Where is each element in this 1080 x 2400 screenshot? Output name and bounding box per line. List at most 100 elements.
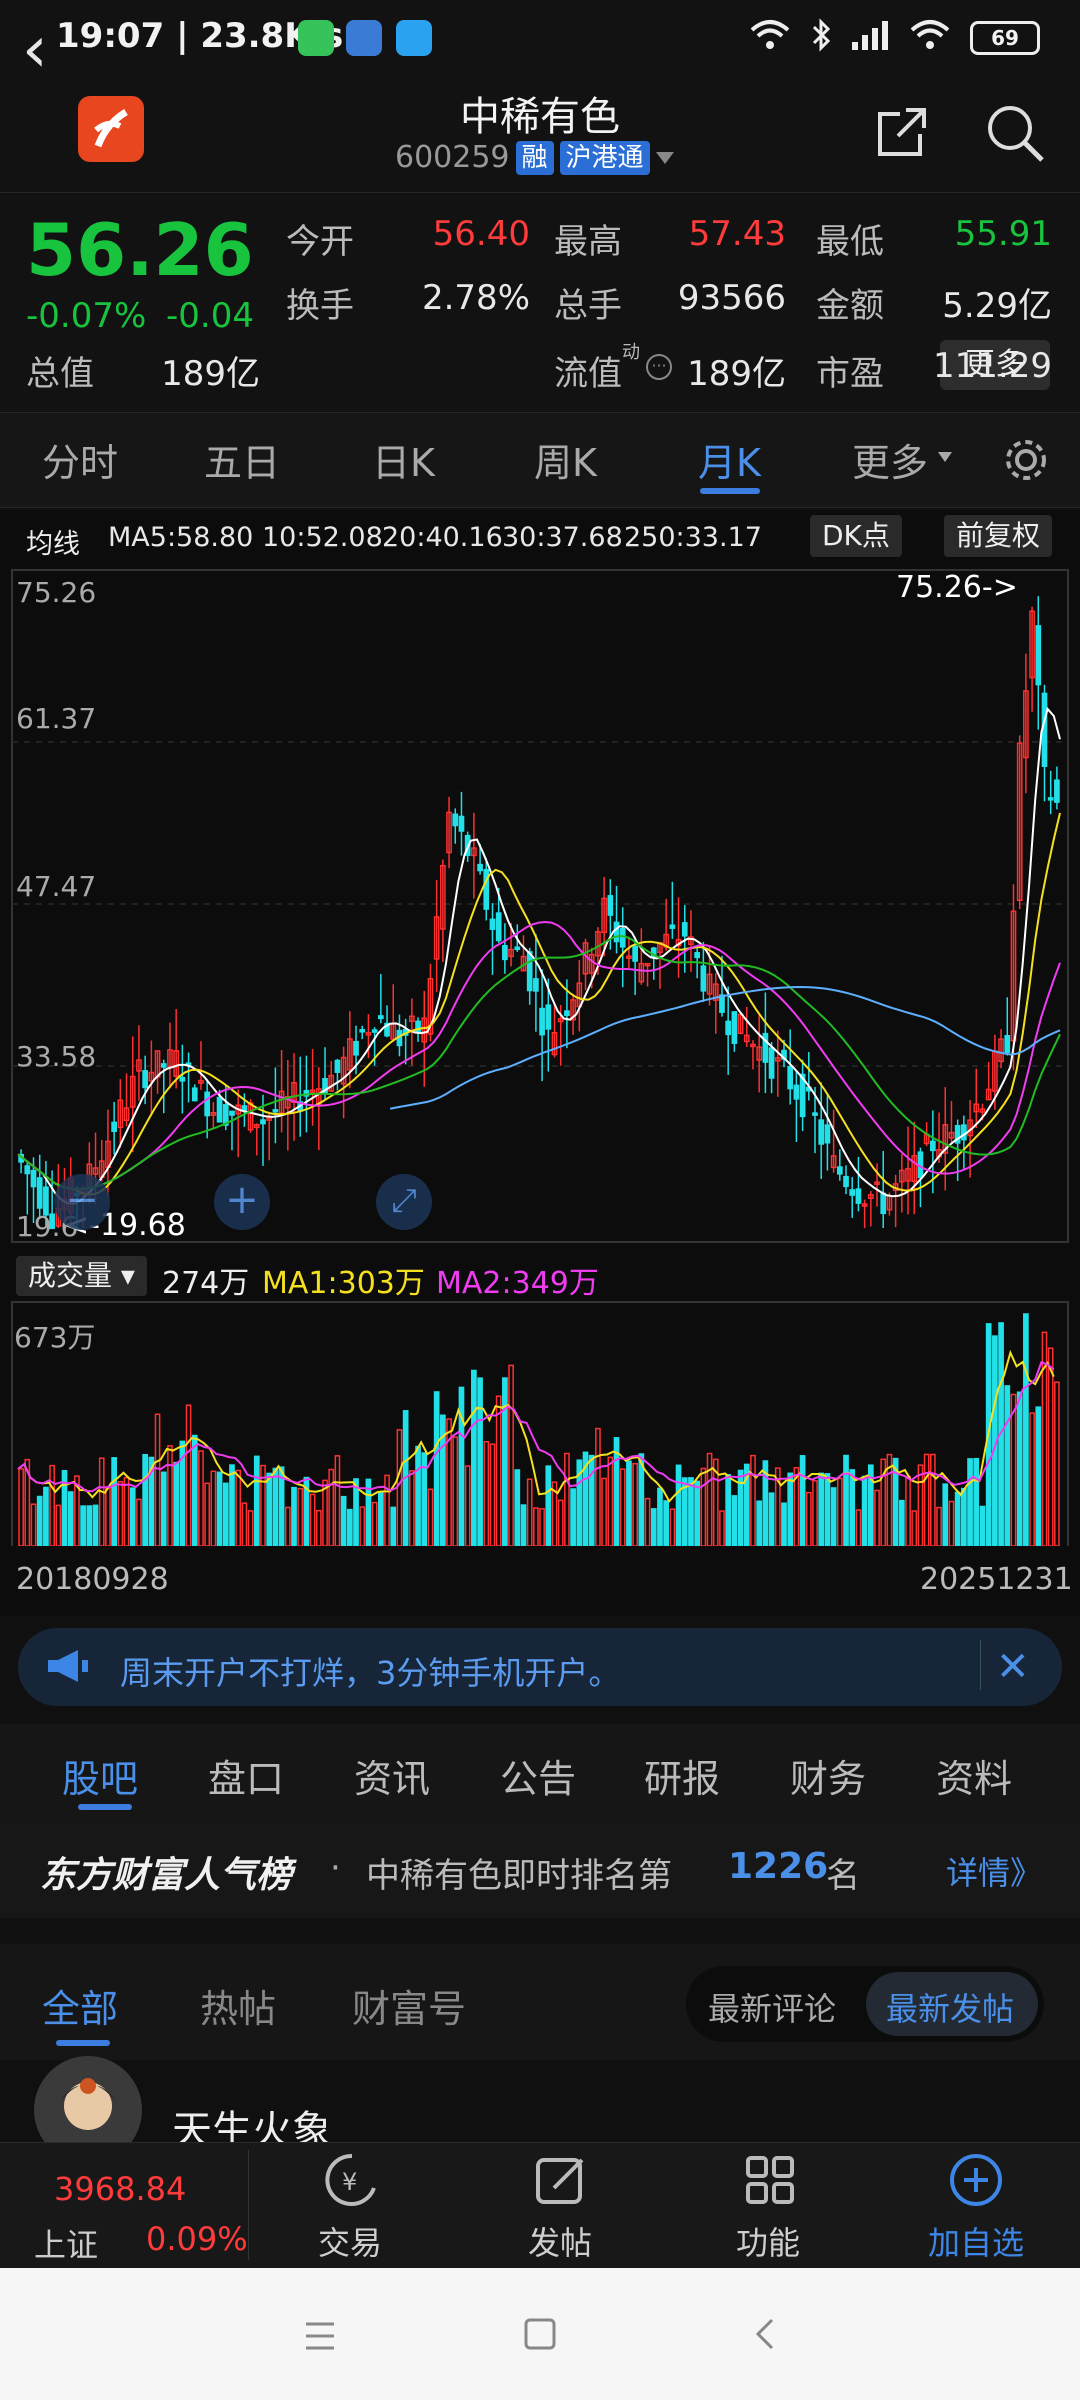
index-pct: 0.09% <box>146 2220 248 2258</box>
volume-bar <box>719 1510 725 1547</box>
volume-bar <box>346 1508 353 1547</box>
search-button[interactable] <box>982 100 1048 166</box>
candle-body <box>768 1047 775 1079</box>
index-name: 上证 <box>34 2226 99 2264</box>
tab-research[interactable]: 研报 <box>644 1748 720 1803</box>
tab-announcement[interactable]: 公告 <box>500 1748 576 1803</box>
rank-text: 中稀有色即时排名第 <box>366 1856 672 1896</box>
candle-body <box>719 994 725 1013</box>
quote-value-2: 55.91 <box>954 214 1052 254</box>
zoom-out-button[interactable]: − <box>54 1174 110 1230</box>
tab-more[interactable]: 更多 <box>852 432 928 487</box>
rank-detail-link[interactable]: 详情》 <box>946 1848 1042 1894</box>
date-end: 20251231 <box>920 1562 1073 1597</box>
candle-body <box>142 1070 149 1089</box>
candle-body <box>483 868 490 910</box>
home-icon[interactable] <box>522 2316 558 2352</box>
volume-bar <box>874 1489 880 1547</box>
date-start: 20180928 <box>16 1562 169 1597</box>
post-item[interactable] <box>0 2060 1080 2140</box>
sort-latest-comment[interactable]: 最新评论 <box>708 1984 836 2030</box>
index-value[interactable]: 3968.84 <box>54 2170 186 2208</box>
candle-body <box>111 1121 117 1133</box>
zoom-in-button[interactable]: + <box>214 1174 270 1230</box>
volume-bar <box>805 1491 812 1547</box>
share-icon <box>878 108 926 156</box>
volume-bar <box>55 1504 62 1547</box>
quote-value-8: 111.29 <box>933 346 1052 386</box>
candle-body <box>377 1015 384 1020</box>
tab-intraday[interactable]: 分时 <box>42 432 118 487</box>
filter-wealth[interactable]: 财富号 <box>352 1978 466 2033</box>
close-icon[interactable]: ✕ <box>996 1644 1030 1690</box>
back-button[interactable]: ‹ <box>22 18 82 88</box>
volume-bar <box>843 1454 849 1547</box>
candle-body <box>1035 625 1042 686</box>
volume-bar <box>272 1467 279 1547</box>
rank-number: 1226 <box>728 1846 829 1887</box>
battery-icon: 69 <box>970 21 1040 55</box>
candle-body <box>359 1029 366 1033</box>
chevron-down-icon[interactable] <box>655 151 674 164</box>
volume-bar <box>961 1487 967 1547</box>
tab-five-day[interactable]: 五日 <box>204 432 280 487</box>
menu-icon[interactable] <box>300 2318 340 2354</box>
volume-bar <box>297 1487 304 1547</box>
search-icon <box>988 106 1044 162</box>
tab-news[interactable]: 资讯 <box>354 1748 430 1803</box>
expand-button[interactable]: ⤢ <box>376 1174 432 1230</box>
volume-bar <box>514 1469 521 1547</box>
ma250-value: 250:33.17 <box>624 522 762 553</box>
settings-button[interactable] <box>1000 434 1052 486</box>
candle-body <box>632 945 638 962</box>
dk-button[interactable]: DK点 <box>810 515 902 557</box>
tab-weekly[interactable]: 周K <box>534 432 597 487</box>
volume-bar <box>477 1377 483 1547</box>
candlestick-chart <box>11 569 1069 1243</box>
tab-guba[interactable]: 股吧 <box>62 1748 138 1803</box>
volume-bar <box>49 1464 55 1547</box>
volume-bar <box>688 1477 694 1547</box>
trade-button[interactable]: 交易 <box>290 2218 410 2264</box>
candle-body <box>514 946 521 951</box>
filter-hot[interactable]: 热帖 <box>200 1978 276 2033</box>
tab-daily[interactable]: 日K <box>372 432 435 487</box>
tab-pankou[interactable]: 盘口 <box>208 1748 284 1803</box>
quote-label-7: 流值 <box>554 354 622 394</box>
tab-finance[interactable]: 财务 <box>790 1748 866 1803</box>
volume-bar <box>973 1457 980 1547</box>
volume-bar <box>284 1506 291 1547</box>
add-watchlist-button[interactable]: 加自选 <box>906 2218 1046 2264</box>
tab-profile[interactable]: 资料 <box>936 1748 1012 1803</box>
tab-monthly[interactable]: 月K <box>698 432 761 487</box>
volume-selector[interactable]: 成交量 ▾ <box>16 1256 147 1296</box>
volume-bar <box>607 1456 614 1547</box>
function-button[interactable]: 功能 <box>708 2218 828 2264</box>
candle-body <box>725 1020 732 1036</box>
compose-icon <box>532 2152 592 2208</box>
sort-latest-post[interactable]: 最新发帖 <box>886 1984 1014 2030</box>
price-chart-area[interactable] <box>0 568 1080 1254</box>
volume-bar <box>898 1499 905 1547</box>
volume-bar <box>409 1470 415 1547</box>
volume-bar <box>936 1506 942 1547</box>
volume-bar <box>930 1453 936 1547</box>
quote-label-0: 今开 <box>286 222 354 262</box>
volume-bar <box>136 1498 142 1547</box>
candle-body <box>477 863 483 872</box>
volume-bar <box>216 1471 223 1547</box>
volume-bar <box>799 1455 806 1547</box>
volume-bar <box>173 1461 180 1547</box>
volume-bar <box>191 1434 198 1547</box>
volume-bar <box>495 1395 502 1547</box>
volume-bar <box>334 1455 341 1547</box>
post-button[interactable]: 发帖 <box>500 2218 620 2264</box>
volume-bar <box>129 1487 136 1547</box>
share-button[interactable] <box>870 100 934 164</box>
volume-bar <box>433 1391 440 1547</box>
back-nav-icon[interactable] <box>748 2316 784 2352</box>
filter-all[interactable]: 全部 <box>42 1978 118 2033</box>
adjust-button[interactable]: 前复权 <box>944 515 1053 557</box>
volume-bar <box>291 1486 297 1547</box>
candle-body <box>216 1096 223 1123</box>
